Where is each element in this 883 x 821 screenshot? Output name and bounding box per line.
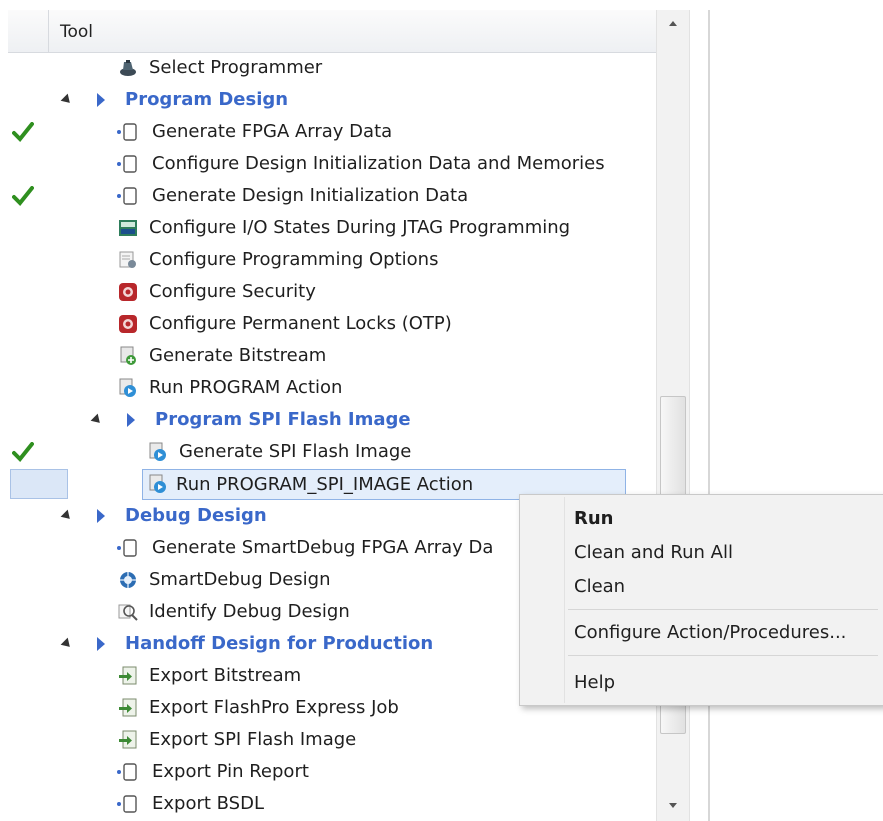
tree-header: Tool [8, 10, 658, 53]
tree-item-label: Run PROGRAM Action [149, 377, 343, 398]
menu-item-label: Clean and Run All [574, 542, 733, 563]
tree-item-export-bsdl[interactable]: Export BSDL [8, 788, 658, 820]
options-icon [119, 251, 136, 268]
tree-item-configure-security[interactable]: Configure Security [8, 276, 658, 308]
group-triangle-icon [97, 637, 105, 651]
tree-item-label: Configure Programming Options [149, 249, 439, 270]
checkmark-icon [12, 186, 34, 206]
group-triangle-icon [97, 509, 105, 523]
scroll-up-button[interactable] [657, 10, 689, 40]
arrow-up-icon [669, 21, 677, 26]
tree-group-program-spi-flash-image[interactable]: Program SPI Flash Image [8, 404, 658, 436]
tree-item-label: Run PROGRAM_SPI_IMAGE Action [176, 474, 474, 495]
arrow-down-icon [669, 803, 677, 808]
menu-item-label: Run [574, 508, 614, 529]
tree-group-program-design[interactable]: Program Design [8, 84, 658, 116]
export-icon [119, 666, 137, 685]
menu-item-label: Clean [574, 576, 626, 597]
tree-item-label: Generate Bitstream [149, 345, 327, 366]
tree-item-label: SmartDebug Design [149, 569, 331, 590]
tree-item-configure-design-init-data[interactable]: Configure Design Initialization Data and… [8, 148, 658, 180]
document-icon [117, 155, 137, 173]
tree-item-label: Select Programmer [149, 57, 323, 78]
menu-item-clean-and-run-all[interactable]: Clean and Run All [520, 537, 883, 569]
export-icon [119, 730, 137, 749]
scroll-down-button[interactable] [657, 791, 689, 821]
tree-item-label: Generate SPI Flash Image [179, 441, 412, 462]
document-icon [117, 123, 137, 141]
tree-item-label: Export SPI Flash Image [149, 729, 357, 750]
tree-item-label: Export FlashPro Express Job [149, 697, 399, 718]
group-triangle-icon [127, 413, 135, 427]
tree-item-configure-permanent-locks[interactable]: Configure Permanent Locks (OTP) [8, 308, 658, 340]
security-shield-icon [119, 315, 137, 333]
tree-item-label: Generate FPGA Array Data [152, 121, 393, 142]
collapse-arrow-icon[interactable] [90, 413, 104, 427]
tree-item-run-program-action[interactable]: Run PROGRAM Action [8, 372, 658, 404]
menu-separator [568, 655, 878, 656]
tree-item-label: Generate Design Initialization Data [152, 185, 469, 206]
export-icon [119, 698, 137, 717]
tool-column-header[interactable]: Tool [60, 22, 93, 42]
programmer-icon [120, 60, 136, 76]
menu-item-help[interactable]: Help [520, 667, 883, 699]
document-icon [117, 539, 137, 557]
document-icon [117, 763, 137, 781]
status-column-header[interactable] [8, 10, 49, 52]
tree-item-label: Export BSDL [152, 793, 264, 814]
menu-item-label: Help [574, 672, 616, 693]
tree-item-generate-fpga-array-data[interactable]: Generate FPGA Array Data [8, 116, 658, 148]
smartdebug-icon [120, 572, 136, 588]
tree-item-label: Configure Security [149, 281, 316, 302]
menu-separator [568, 609, 878, 610]
identify-icon [118, 604, 138, 621]
tree-item-label: Export Bitstream [149, 665, 302, 686]
tree-group-label: Handoff Design for Production [125, 633, 434, 654]
collapse-arrow-icon[interactable] [60, 637, 74, 651]
tree-item-label: Configure I/O States During JTAG Program… [149, 217, 571, 238]
tree-item-label: Identify Debug Design [149, 601, 350, 622]
tree-item-generate-bitstream[interactable]: Generate Bitstream [8, 340, 658, 372]
run-action-icon [149, 474, 166, 493]
document-icon [117, 795, 137, 813]
checkmark-icon [12, 442, 34, 462]
menu-item-clean[interactable]: Clean [520, 571, 883, 603]
tree-item-label: Configure Design Initialization Data and… [152, 153, 605, 174]
context-menu: Run Clean and Run All Clean Configure Ac… [519, 494, 883, 706]
collapse-arrow-icon[interactable] [60, 93, 74, 107]
run-action-icon [149, 442, 166, 461]
group-triangle-icon [97, 93, 105, 107]
menu-item-run[interactable]: Run [520, 503, 883, 535]
tree-item-label: Export Pin Report [152, 761, 309, 782]
collapse-arrow-icon[interactable] [60, 509, 74, 523]
run-action-icon [119, 378, 136, 397]
tree-item-label: Generate SmartDebug FPGA Array Da [152, 537, 494, 558]
tree-item-configure-programming-options[interactable]: Configure Programming Options [8, 244, 658, 276]
security-shield-icon [119, 283, 137, 301]
io-chip-icon [119, 220, 137, 236]
tree-group-label: Debug Design [125, 505, 267, 526]
document-icon [117, 187, 137, 205]
tree-item-export-pin-report[interactable]: Export Pin Report [8, 756, 658, 788]
tree-item-generate-spi-flash-image[interactable]: Generate SPI Flash Image [8, 436, 658, 468]
menu-item-configure-action-procedures[interactable]: Configure Action/Procedures... [520, 617, 883, 649]
tree-item-generate-design-init-data[interactable]: Generate Design Initialization Data [8, 180, 658, 212]
tree-group-label: Program SPI Flash Image [155, 409, 411, 430]
selected-status-cell [10, 469, 68, 499]
tree-item-select-programmer[interactable]: Select Programmer [8, 52, 658, 84]
tree-item-label: Configure Permanent Locks (OTP) [149, 313, 452, 334]
tree-item-configure-io-states[interactable]: Configure I/O States During JTAG Program… [8, 212, 658, 244]
checkmark-icon [12, 122, 34, 142]
menu-item-label: Configure Action/Procedures... [574, 622, 847, 643]
tree-item-export-spi-flash-image[interactable]: Export SPI Flash Image [8, 724, 658, 756]
tree-group-label: Program Design [125, 89, 289, 110]
bitstream-icon [120, 346, 136, 365]
